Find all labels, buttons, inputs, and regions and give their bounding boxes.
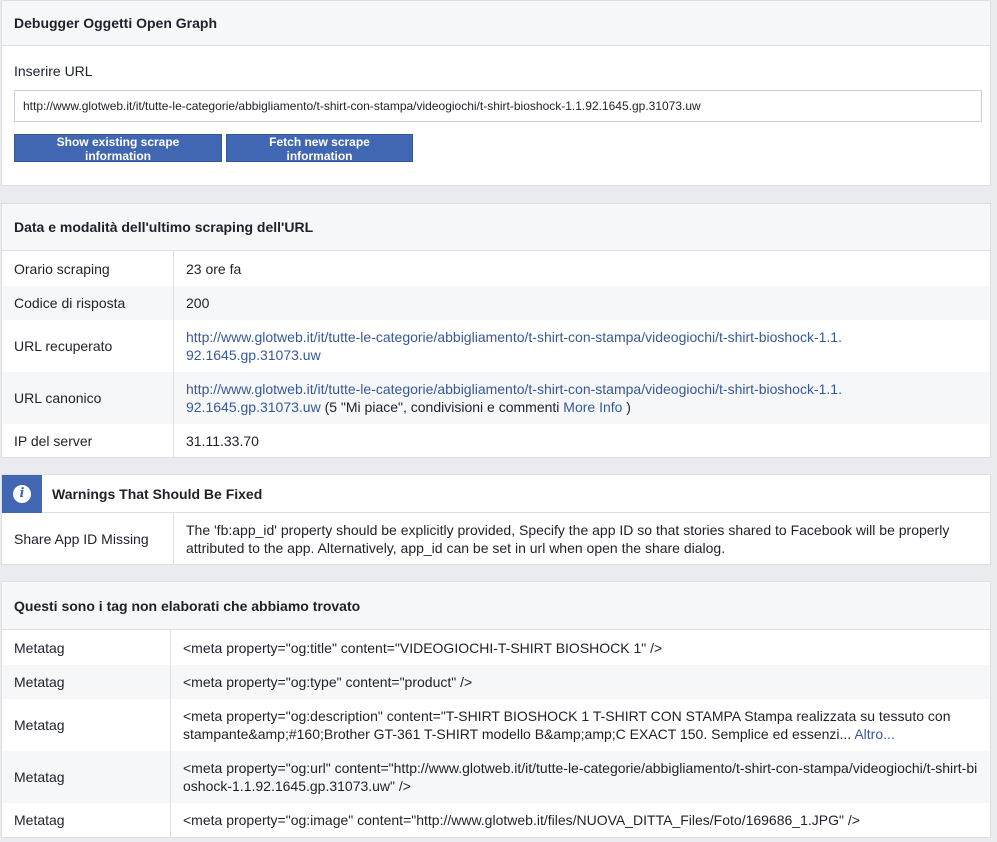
table-row: Metatag <meta property="og:url" content=…: [2, 751, 990, 803]
table-row: Orario scraping 23 ore fa: [2, 251, 990, 286]
warning-text: The 'fb:app_id' property should be expli…: [186, 521, 950, 556]
row-value: 31.11.33.70: [186, 433, 259, 449]
likes-summary: (5 "Mi piace", condivisioni e commenti: [320, 399, 564, 415]
table-row: Metatag <meta property="og:type" content…: [2, 665, 990, 699]
url-input-card: Debugger Oggetti Open Graph Inserire URL…: [1, 0, 991, 186]
altro-link[interactable]: Altro...: [854, 726, 894, 742]
close-paren: ): [622, 399, 631, 415]
tag-key: Metatag: [2, 665, 171, 699]
raw-tags-table: Metatag <meta property="og:title" conten…: [2, 630, 990, 837]
scrape-info-card: Data e modalità dell'ultimo scraping del…: [1, 203, 991, 458]
tag-value: <meta property="og:image" content="http:…: [183, 812, 860, 828]
raw-tags-card: Questi sono i tag non elaborati che abbi…: [1, 581, 991, 838]
table-row: URL canonico http://www.glotweb.it/it/tu…: [2, 372, 990, 424]
tag-key: Metatag: [2, 630, 171, 665]
warning-key: Share App ID Missing: [2, 513, 174, 564]
table-row: Metatag <meta property="og:title" conten…: [2, 630, 990, 665]
table-row: URL recuperato http://www.glotweb.it/it/…: [2, 320, 990, 372]
tag-key: Metatag: [2, 751, 171, 803]
fetch-new-scrape-button[interactable]: Fetch new scrape information: [226, 134, 413, 163]
scrape-info-title: Data e modalità dell'ultimo scraping del…: [2, 204, 990, 251]
tag-key: Metatag: [2, 803, 171, 837]
debugger-title: Debugger Oggetti Open Graph: [2, 1, 990, 46]
info-icon: i: [13, 484, 31, 503]
tag-value: <meta property="og:title" content="VIDEO…: [183, 639, 663, 656]
table-row: Share App ID Missing The 'fb:app_id' pro…: [2, 513, 990, 564]
row-key: Orario scraping: [2, 251, 174, 286]
table-row: Codice di risposta 200: [2, 286, 990, 320]
og-description-text: <meta property="og:description" content=…: [183, 708, 951, 742]
table-row: IP del server 31.11.33.70: [2, 424, 990, 458]
row-key: Codice di risposta: [2, 286, 174, 320]
tag-value: <meta property="og:type" content="produc…: [170, 665, 990, 699]
url-field-label: Inserire URL: [14, 63, 93, 79]
tag-value: <meta property="og:url" content="http://…: [170, 751, 990, 803]
row-key: URL recuperato: [2, 320, 174, 372]
og-url-text: <meta property="og:url" content="http://…: [183, 760, 978, 794]
row-key: IP del server: [2, 424, 174, 458]
tag-value: <meta property="og:description" content=…: [171, 699, 991, 751]
warnings-title: Warnings That Should Be Fixed: [52, 485, 263, 502]
row-value: http://www.glotweb.it/it/tutte-le-catego…: [174, 320, 991, 372]
row-key: URL canonico: [2, 372, 174, 424]
row-value: http://www.glotweb.it/it/tutte-le-catego…: [173, 372, 990, 424]
warnings-header: i Warnings That Should Be Fixed: [2, 474, 990, 513]
warning-message: The 'fb:app_id' property should be expli…: [174, 513, 991, 564]
table-row: Metatag <meta property="og:image" conten…: [2, 803, 990, 837]
scrape-info-table: Orario scraping 23 ore fa Codice di risp…: [2, 251, 990, 458]
table-row: Metatag <meta property="og:description" …: [2, 699, 990, 751]
tag-key: Metatag: [2, 699, 171, 751]
fetched-url-link[interactable]: http://www.glotweb.it/it/tutte-le-catego…: [186, 329, 842, 363]
row-value: 23 ore fa: [186, 260, 242, 277]
info-icon-box: i: [2, 474, 42, 513]
warnings-table: Share App ID Missing The 'fb:app_id' pro…: [2, 513, 990, 564]
raw-tags-title: Questi sono i tag non elaborati che abbi…: [2, 582, 990, 630]
row-value: 200: [173, 286, 990, 320]
url-input[interactable]: [14, 90, 982, 122]
show-existing-scrape-button[interactable]: Show existing scrape information: [14, 134, 222, 163]
more-info-link[interactable]: More Info: [563, 399, 622, 415]
warnings-card: i Warnings That Should Be Fixed Share Ap…: [1, 474, 991, 565]
